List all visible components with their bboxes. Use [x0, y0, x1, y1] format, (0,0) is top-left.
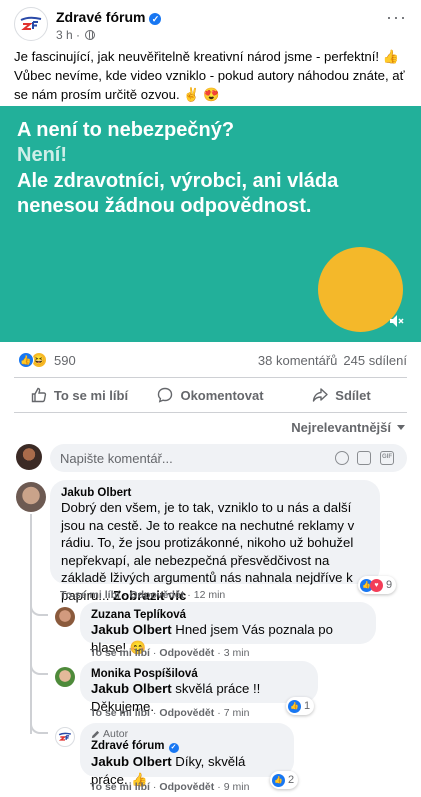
- like-button[interactable]: To se mi líbí: [14, 380, 145, 410]
- page-name[interactable]: Zdravé fórum ✓: [56, 9, 162, 25]
- thread-line: [30, 514, 32, 734]
- zf-logo-icon: [20, 16, 42, 30]
- divider: [14, 412, 407, 413]
- comment-bubble: Jakub Olbert Dobrý den všem, je to tak, …: [50, 480, 380, 603]
- author-badge-label: Autor: [103, 728, 129, 740]
- comment-like-link[interactable]: To se mi líbí: [60, 589, 120, 601]
- reply-author[interactable]: Zuzana Teplíková: [91, 609, 365, 621]
- emoji-icon[interactable]: [335, 451, 349, 465]
- reply-reactions[interactable]: 👍 1: [286, 697, 315, 715]
- reply-like-link[interactable]: To se mi líbí: [90, 707, 150, 719]
- love-reaction-icon: ♥: [370, 578, 383, 592]
- post-text: Je fascinující, jak neuvěřitelně kreativ…: [14, 49, 405, 102]
- action-bar: To se mi líbí Okomentovat Sdílet: [14, 380, 407, 410]
- thread-branch: [30, 602, 48, 616]
- reply-author-avatar[interactable]: [55, 607, 75, 627]
- divider: [14, 377, 407, 378]
- thumbs-up-icon: [31, 387, 47, 403]
- more-options-icon[interactable]: ···: [386, 8, 407, 26]
- post-time[interactable]: 3 h: [56, 28, 73, 42]
- comment-author[interactable]: Jakub Olbert: [61, 487, 369, 499]
- reply-tag[interactable]: Jakub Olbert: [91, 622, 172, 637]
- reply-tag[interactable]: Jakub Olbert: [91, 681, 172, 696]
- reply-author[interactable]: Zdravé fórum ✓: [91, 740, 283, 753]
- comment-meta: To se mi líbí · Odpovědět · 12 min: [60, 589, 226, 601]
- camera-icon[interactable]: [357, 451, 371, 465]
- like-reaction-icon: 👍: [288, 699, 301, 713]
- reply-reaction-count: 2: [288, 774, 295, 786]
- reaction-count[interactable]: 590: [54, 353, 76, 368]
- reply-tag[interactable]: Jakub Olbert: [91, 754, 172, 769]
- like-reaction-icon: 👍: [272, 773, 285, 787]
- reply-reply-link[interactable]: Odpovědět: [159, 647, 214, 659]
- gif-icon[interactable]: GIF: [380, 451, 394, 465]
- thread-branch: [30, 661, 48, 675]
- comment-time[interactable]: 12 min: [194, 589, 226, 601]
- post-header: Zdravé fórum ✓ 3 h · ···: [0, 0, 421, 44]
- reply-reply-link[interactable]: Odpovědět: [159, 707, 214, 719]
- like-label: To se mi líbí: [53, 387, 129, 403]
- comment-input[interactable]: [60, 444, 330, 472]
- zf-logo-icon: [58, 732, 72, 741]
- post-video[interactable]: A není to nebezpečný? Není! Ale zdravotn…: [0, 106, 421, 342]
- page-avatar[interactable]: [14, 7, 48, 41]
- comments-count[interactable]: 38 komentářů: [258, 353, 338, 368]
- mute-icon[interactable]: [388, 312, 406, 330]
- reply-time[interactable]: 9 min: [224, 781, 250, 793]
- verified-badge-icon: ✓: [168, 743, 179, 753]
- thread-branch: [30, 720, 48, 734]
- author-badge: Autor: [91, 728, 283, 740]
- reply-author-avatar[interactable]: [55, 727, 75, 747]
- comment-button[interactable]: Okomentovat: [145, 380, 276, 410]
- reply-like-link[interactable]: To se mi líbí: [90, 781, 150, 793]
- caret-down-icon: [397, 425, 405, 430]
- comment-label: Okomentovat: [180, 387, 264, 403]
- comment-author-avatar[interactable]: [16, 482, 46, 512]
- video-caption-line-1: A není to nebezpečný?: [17, 119, 235, 141]
- verified-badge-icon: ✓: [149, 13, 162, 25]
- comment-composer: GIF: [50, 444, 407, 472]
- reply-author-avatar[interactable]: [55, 667, 75, 687]
- shares-count[interactable]: 245 sdílení: [343, 353, 407, 368]
- current-user-avatar[interactable]: [16, 444, 42, 470]
- reply-reply-link[interactable]: Odpovědět: [159, 781, 214, 793]
- share-button[interactable]: Sdílet: [276, 380, 407, 410]
- reply-reactions[interactable]: 👍 2: [270, 771, 299, 789]
- comment-body: Dobrý den všem, je to tak, vzniklo to u …: [61, 500, 355, 603]
- reply-bubble: Monika Pospíšilová Jakub Olbert skvělá p…: [80, 661, 318, 714]
- reply-meta: To se mi líbí · Odpovědět · 3 min: [90, 647, 250, 659]
- share-icon: [313, 388, 328, 402]
- reply-bubble: Autor Zdravé fórum ✓ Jakub Olbert Díky, s…: [80, 723, 294, 787]
- globe-icon: [85, 30, 96, 40]
- like-reaction-icon: 👍: [18, 352, 34, 368]
- reply-bubble: Zuzana Teplíková Jakub Olbert Hned jsem …: [80, 602, 376, 655]
- post-stats: 👍 😆 590 38 komentářů 245 sdílení: [0, 350, 421, 372]
- reply-reaction-count: 1: [304, 700, 311, 712]
- stats-right: 38 komentářů 245 sdílení: [258, 353, 407, 368]
- comment-sort-dropdown[interactable]: Nejrelevantnější: [291, 420, 405, 435]
- comment-icon: [158, 387, 173, 403]
- pencil-icon: [91, 730, 100, 738]
- video-caption-line-3: Ale zdravotníci, výrobci, ani vláda nene…: [17, 170, 339, 217]
- reply-meta: To se mi líbí · Odpovědět · 9 min: [90, 781, 250, 793]
- comment-reply-link[interactable]: Odpovědět: [129, 589, 184, 601]
- reply-meta: To se mi líbí · Odpovědět · 7 min: [90, 707, 250, 719]
- reply-time[interactable]: 3 min: [224, 647, 250, 659]
- reply-author-name[interactable]: Zdravé fórum: [91, 740, 165, 752]
- video-caption-line-2: Není!: [17, 144, 67, 166]
- comment-reaction-count: 9: [386, 579, 393, 591]
- reply-time[interactable]: 7 min: [224, 707, 250, 719]
- post-card: Zdravé fórum ✓ 3 h · ··· Je fascinující, …: [0, 0, 421, 797]
- reply-author[interactable]: Monika Pospíšilová: [91, 668, 307, 680]
- share-label: Sdílet: [335, 387, 371, 403]
- post-meta: 3 h ·: [56, 28, 96, 42]
- page-name-text[interactable]: Zdravé fórum: [56, 9, 145, 25]
- sort-label: Nejrelevantnější: [291, 420, 391, 435]
- reply-like-link[interactable]: To se mi líbí: [90, 647, 150, 659]
- comment-reactions[interactable]: 👍 ♥ 9: [358, 576, 397, 594]
